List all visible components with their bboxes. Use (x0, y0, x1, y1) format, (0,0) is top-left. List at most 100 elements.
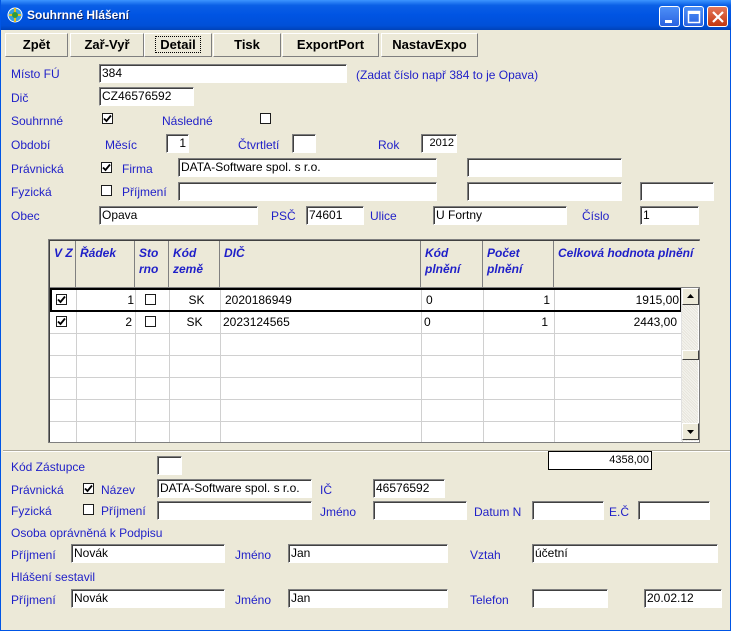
psc-field[interactable]: 74601 (306, 206, 364, 225)
checkmark-icon (57, 295, 66, 304)
telefon-field[interactable] (532, 589, 608, 608)
datum-label: Datum N (474, 505, 522, 519)
checkmark-icon (103, 114, 112, 123)
f-jmeno-field[interactable] (373, 501, 467, 520)
firma-extra-field[interactable] (467, 158, 622, 177)
col-header-kod-plneni[interactable]: Kód plnění (421, 241, 483, 288)
row-kod-plneni: 0 (426, 293, 433, 307)
sestavil-label: Hlášení sestavil (11, 570, 96, 584)
f-fyzicka-checkbox[interactable] (83, 504, 94, 515)
f-prijmeni-field[interactable] (157, 501, 312, 520)
row-dic: 2023124565 (223, 315, 290, 329)
grid-scrollbar[interactable] (681, 288, 699, 441)
row-vz-checkbox[interactable] (56, 316, 67, 327)
souhrnne-label: Souhrnné (11, 114, 64, 128)
minimize-icon (665, 20, 672, 23)
f-prijmeni-label: Příjmení (101, 504, 146, 518)
os-prijmeni-field[interactable]: Novák (71, 544, 225, 563)
rok-label: Rok (378, 138, 400, 152)
app-globe-icon[interactable] (7, 7, 23, 23)
nazev-label: Název (101, 483, 136, 497)
maximize-icon (687, 10, 701, 24)
close-button[interactable] (707, 6, 728, 27)
f-jmeno-label: Jméno (320, 505, 357, 519)
telefon-label: Telefon (470, 593, 509, 607)
mesic-label: Měsíc (105, 138, 138, 152)
minimize-button[interactable] (659, 6, 680, 27)
se-jmeno-field[interactable]: Jan (288, 589, 448, 608)
row-hodnota: 2443,00 (633, 315, 677, 329)
fyz-extra1-field[interactable] (467, 182, 622, 201)
main-window: Souhrnné Hlášení Zpět Zař-Vyř Detail Tis… (0, 0, 731, 631)
fyzicka-checkbox[interactable] (101, 185, 112, 196)
total-field: 4358,00 (548, 451, 652, 470)
dic-field[interactable]: CZ46576592 (99, 87, 194, 106)
maximize-button[interactable] (683, 6, 704, 27)
print-button[interactable]: Tisk (213, 33, 281, 57)
ec-field[interactable] (638, 501, 710, 520)
ulice-label: Ulice (370, 209, 397, 223)
row-vz-checkbox[interactable] (56, 294, 67, 305)
os-jmeno-field[interactable]: Jan (288, 544, 448, 563)
se-prijmeni-label: Příjmení (11, 593, 56, 607)
scroll-thumb[interactable] (682, 350, 699, 360)
arrow-up-icon (687, 294, 694, 298)
fyz-extra2-field[interactable] (640, 182, 714, 201)
ec-label: E.Č (609, 505, 630, 519)
detail-button[interactable]: Detail (144, 33, 212, 57)
nazev-field[interactable]: DATA-Software spol. s r.o. (157, 479, 312, 498)
grid-line (50, 377, 682, 378)
se-prijmeni-field[interactable]: Novák (71, 589, 225, 608)
grid-line (50, 421, 682, 422)
scroll-up-button[interactable] (682, 288, 699, 305)
kod-zastupce-field[interactable] (157, 456, 182, 475)
table-row[interactable]: 1 SK 2020186949 0 1 1915,00 (50, 288, 682, 312)
export-port-button[interactable]: ExportPort (282, 33, 379, 57)
vztah-field[interactable]: účetní (532, 544, 718, 563)
row-pocet: 1 (543, 293, 550, 307)
row-hodnota: 1915,00 (635, 293, 679, 307)
col-header-pocet-plneni[interactable]: Počet plnění (483, 241, 554, 288)
title-bar[interactable]: Souhrnné Hlášení (1, 0, 731, 30)
col-header-dic[interactable]: DIČ (220, 241, 421, 288)
grid-line (50, 399, 682, 400)
obec-field[interactable]: Opava (99, 206, 258, 225)
nasledne-checkbox[interactable] (260, 113, 271, 124)
misto-fu-hint: (Zadat číslo např 384 to je Opava) (356, 68, 539, 82)
items-grid[interactable]: V Z Řádek Sto rno Kód země DIČ Kód plněn… (48, 239, 700, 443)
os-prijmeni-label: Příjmení (11, 548, 56, 562)
datum-field[interactable] (532, 501, 604, 520)
checkmark-icon (57, 317, 66, 326)
prijmeni-field[interactable] (178, 182, 437, 201)
row-dic: 2020186949 (225, 293, 292, 307)
rok-field[interactable]: 2012 (421, 134, 457, 153)
pravnicka-checkbox[interactable] (101, 162, 112, 173)
ctvrtleti-field[interactable] (292, 134, 316, 153)
col-header-kod-zeme[interactable]: Kód země (169, 241, 220, 288)
col-header-storno[interactable]: Sto rno (135, 241, 169, 288)
ic-field[interactable]: 46576592 (373, 479, 445, 498)
firma-field[interactable]: DATA-Software spol. s r.o. (178, 158, 437, 177)
grid-header: V Z Řádek Sto rno Kód země DIČ Kód plněn… (50, 241, 700, 288)
se-jmeno-label: Jméno (235, 593, 272, 607)
col-header-celkova-hodnota[interactable]: Celková hodnota plnění (554, 241, 700, 288)
f-pravnicka-checkbox[interactable] (83, 483, 94, 494)
mesic-field[interactable]: 1 (166, 134, 189, 153)
scroll-down-button[interactable] (682, 423, 699, 440)
date-field[interactable]: 20.02.12 (644, 589, 722, 608)
col-header-vz[interactable]: V Z (50, 241, 76, 288)
misto-fu-field[interactable]: 384 (99, 64, 347, 83)
row-storno-checkbox[interactable] (145, 316, 156, 327)
zar-vyr-button[interactable]: Zař-Vyř (70, 33, 144, 57)
row-storno-checkbox[interactable] (145, 294, 156, 305)
cislo-field[interactable]: 1 (640, 206, 699, 225)
col-header-radek[interactable]: Řádek (76, 241, 135, 288)
misto-fu-label: Místo FÚ (11, 67, 60, 81)
nastav-expo-button[interactable]: NastavExpo (381, 33, 478, 57)
window-title: Souhrnné Hlášení (27, 8, 130, 22)
table-row[interactable]: 2 SK 2023124565 0 1 2443,00 (50, 312, 682, 334)
souhrnne-checkbox[interactable] (102, 113, 113, 124)
psc-label: PSČ (271, 209, 296, 223)
back-button[interactable]: Zpět (5, 33, 68, 57)
ulice-field[interactable]: U Fortny (433, 206, 567, 225)
